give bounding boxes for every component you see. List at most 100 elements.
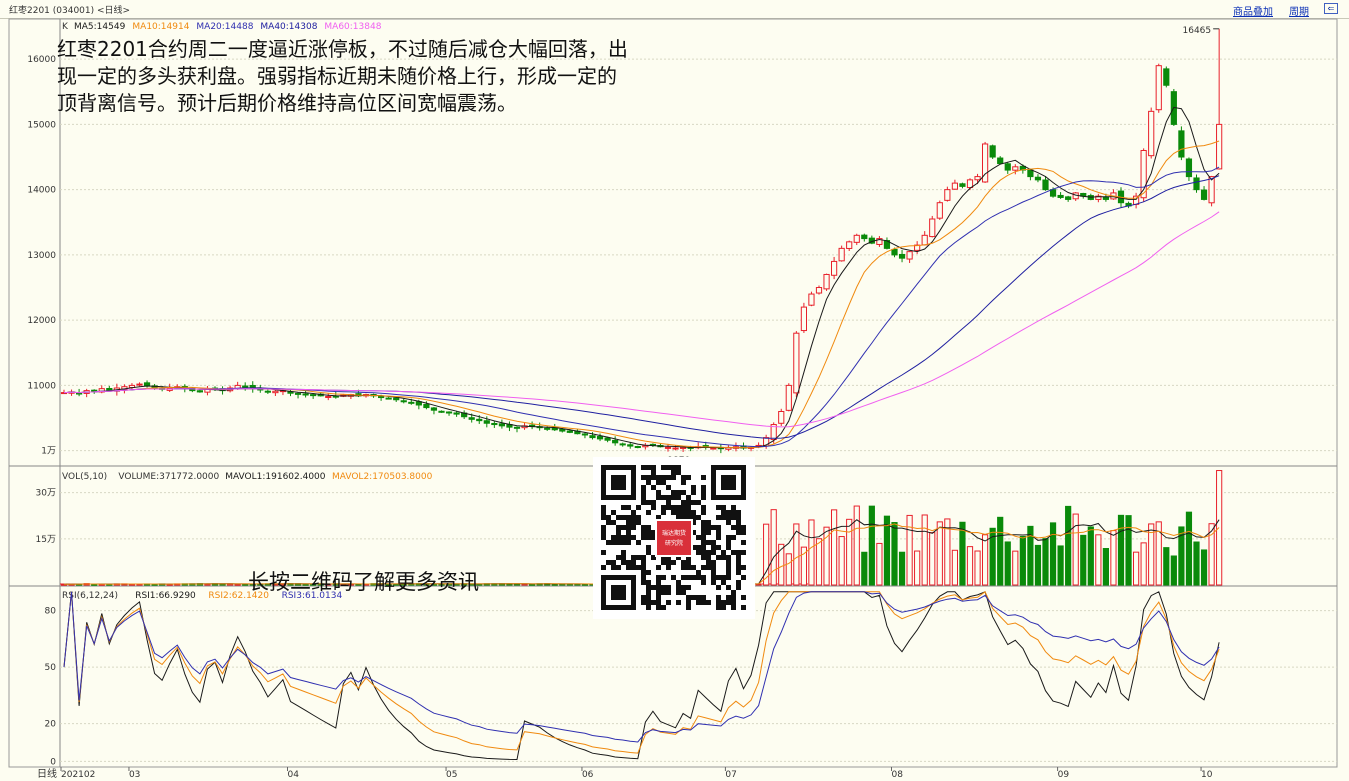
qr-module	[656, 480, 661, 485]
qr-module	[646, 585, 651, 590]
volume-bar	[997, 516, 1004, 586]
qr-module	[646, 535, 651, 540]
qr-module	[686, 595, 691, 600]
qr-module	[716, 545, 721, 550]
candle-body	[710, 447, 717, 450]
qr-module	[706, 525, 711, 530]
qr-module	[736, 530, 741, 535]
qr-module	[701, 540, 706, 545]
qr-module	[636, 515, 641, 520]
qr-module	[651, 475, 656, 480]
volume-bar	[770, 509, 777, 586]
qr-module	[711, 545, 716, 550]
qr-module	[601, 515, 606, 520]
qr-module	[701, 595, 706, 600]
qr-module	[651, 500, 656, 505]
qr-badge	[657, 521, 691, 555]
qr-module	[646, 590, 651, 595]
qr-module	[711, 565, 716, 570]
qr-module	[711, 570, 716, 575]
candle-body	[951, 182, 958, 190]
qr-module	[621, 560, 626, 565]
qr-module	[676, 585, 681, 590]
qr-module	[716, 600, 721, 605]
ma5-line	[63, 106, 1220, 449]
qr-module	[696, 595, 701, 600]
price-max-label: 16465	[1183, 26, 1212, 36]
volume-bar	[853, 505, 860, 586]
qr-module	[706, 565, 711, 570]
qr-module	[701, 550, 706, 555]
x-tick-label: 03	[129, 770, 140, 780]
qr-module	[641, 490, 646, 495]
candle-body	[196, 390, 204, 393]
qr-module	[651, 465, 656, 470]
candle-body	[612, 439, 619, 444]
qr-module	[631, 510, 636, 515]
qr-module	[701, 600, 706, 605]
qr-module	[721, 580, 726, 585]
candle-body	[1178, 130, 1185, 158]
volume-bar	[1042, 538, 1049, 586]
candle-body	[997, 157, 1004, 165]
qr-finder	[611, 475, 626, 490]
qr-module	[616, 515, 621, 520]
volume-bar	[966, 546, 974, 586]
qr-module	[671, 575, 676, 580]
qr-module	[686, 560, 691, 565]
candle-body	[544, 427, 551, 430]
candle-body	[136, 383, 143, 386]
qr-module	[681, 475, 686, 480]
qr-module	[641, 525, 646, 530]
qr-module	[736, 525, 741, 530]
qr-module	[641, 580, 646, 585]
candle-body	[1148, 110, 1155, 157]
qr-module	[646, 550, 651, 555]
qr-module	[651, 600, 656, 605]
qr-module	[606, 560, 611, 565]
volume-bar	[861, 551, 868, 586]
price-ytick-label: 16000	[27, 55, 56, 65]
qr-module	[731, 535, 736, 540]
volume-bar	[876, 542, 883, 586]
candle-body	[778, 410, 785, 424]
candle-body	[1155, 65, 1162, 111]
candle-body	[1049, 189, 1057, 197]
qr-module	[701, 535, 706, 540]
qr-module	[721, 555, 726, 560]
vol-legend-volume: VOLUME:371772.0000	[118, 472, 219, 482]
qr-module	[656, 475, 661, 480]
candle-body	[846, 241, 853, 249]
qr-module	[641, 465, 646, 470]
vol-legend-mavol2: MAVOL2:170503.8000	[332, 472, 433, 482]
candle-body	[1042, 179, 1049, 191]
qr-module	[641, 600, 646, 605]
kline-chart[interactable]: 16000 15000 14000 13000 12000 11000 1万 K MA5:145…	[0, 0, 1349, 781]
qr-module	[641, 530, 646, 535]
qr-module	[721, 515, 726, 520]
qr-module	[666, 590, 671, 595]
candle-body	[831, 260, 838, 276]
qr-module	[656, 490, 661, 495]
qr-module	[641, 500, 646, 505]
qr-code-icon[interactable]: 瑞达期货研究院	[593, 457, 755, 619]
candle-body	[1012, 166, 1019, 171]
volume-bar	[1200, 549, 1208, 586]
ma-legend-ma5: MA5:14549	[74, 22, 126, 32]
volume-bar	[1163, 547, 1170, 586]
volume-bar	[1080, 534, 1087, 586]
qr-module	[696, 515, 701, 520]
qr-module	[651, 505, 656, 510]
qr-module	[641, 575, 646, 580]
qr-module	[606, 515, 611, 520]
qr-module	[726, 520, 731, 525]
qr-module	[681, 505, 686, 510]
price-ytick-label: 1万	[41, 447, 56, 457]
qr-module	[641, 495, 646, 500]
qr-module	[726, 595, 731, 600]
qr-module	[691, 595, 696, 600]
candle-body	[1193, 177, 1200, 191]
candle-body	[785, 384, 792, 411]
qr-module	[711, 525, 716, 530]
qr-module	[631, 520, 636, 525]
